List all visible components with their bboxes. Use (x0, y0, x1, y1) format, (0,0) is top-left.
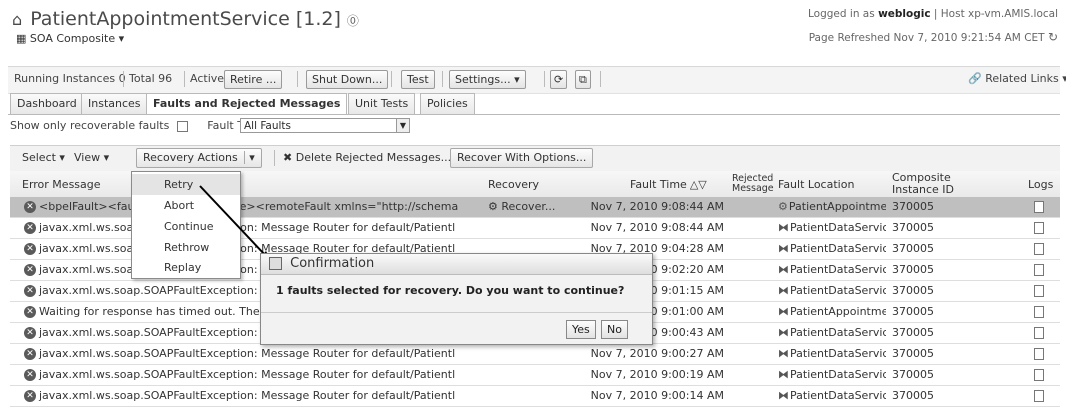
dialog-divider (261, 312, 652, 313)
confirmation-dialog: Confirmation 1 faults selected for recov… (260, 253, 653, 345)
dialog-message: 1 faults selected for recovery. Do you w… (276, 284, 625, 297)
dialog-title-bar: Confirmation (261, 254, 652, 275)
yes-button[interactable]: Yes (566, 320, 596, 339)
dialog-icon (269, 257, 282, 270)
dialog-title: Confirmation (290, 256, 375, 271)
no-button[interactable]: No (601, 320, 628, 339)
